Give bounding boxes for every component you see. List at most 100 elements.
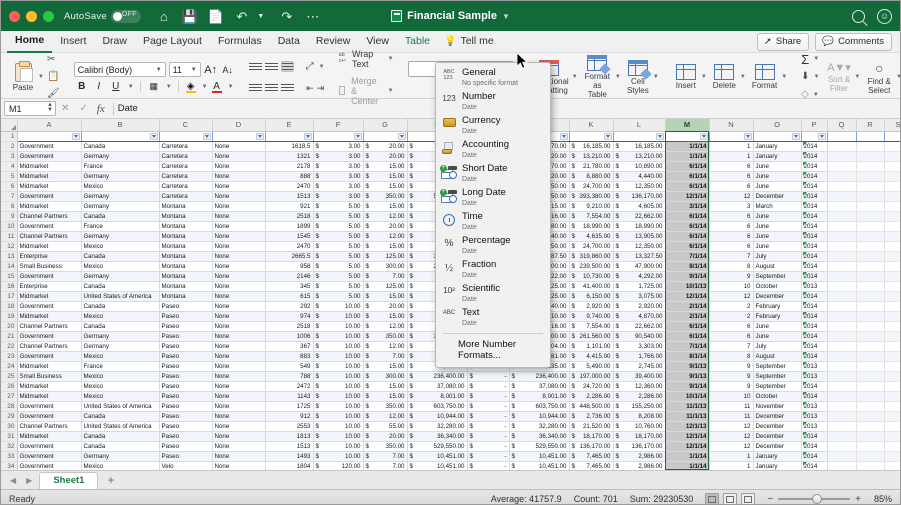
col-header-P[interactable]: P	[801, 119, 828, 132]
data-cell[interactable]: Enterprise	[17, 281, 82, 292]
data-cell[interactable]: 6/1/14	[665, 241, 710, 252]
data-cell[interactable]: $5.00	[313, 251, 364, 262]
empty-cell[interactable]	[884, 251, 900, 262]
data-cell[interactable]: 10	[709, 391, 754, 402]
data-cell[interactable]: $350.00	[363, 331, 408, 342]
data-cell[interactable]: 12	[709, 431, 754, 442]
empty-cell[interactable]	[856, 241, 885, 252]
data-cell[interactable]: $120.00	[313, 461, 364, 470]
filter-dropdown-icon[interactable]	[149, 132, 158, 140]
font-color-icon[interactable]: A	[211, 81, 223, 93]
tab-home[interactable]: Home	[7, 30, 53, 53]
data-cell[interactable]: 7	[709, 251, 754, 262]
data-cell[interactable]: $12,350.00	[613, 181, 666, 192]
data-cell[interactable]: 10/1/13	[665, 281, 710, 292]
data-cell[interactable]: $300.00	[363, 261, 408, 272]
empty-cell[interactable]	[856, 201, 885, 212]
data-cell[interactable]: Government	[17, 141, 82, 152]
empty-cell[interactable]	[827, 251, 857, 262]
data-cell[interactable]: Canada	[81, 141, 160, 152]
data-cell[interactable]: 8/1/14	[665, 351, 710, 362]
data-cell[interactable]: $393,380.00	[569, 191, 614, 202]
data-cell[interactable]: 3	[709, 201, 754, 212]
data-cell[interactable]: $39,400.00	[613, 371, 666, 382]
data-cell[interactable]: United States of America	[81, 401, 160, 412]
data-cell[interactable]: $236,400.00	[407, 371, 468, 382]
format-as-table-chevron-down-icon[interactable]: ▼	[615, 74, 621, 80]
data-cell[interactable]: 2014	[801, 431, 828, 442]
col-header-L[interactable]: L	[613, 119, 666, 132]
data-cell[interactable]: 2014	[801, 171, 828, 182]
increase-indent-icon[interactable]: ⇥	[317, 80, 325, 96]
data-cell[interactable]: 2014	[801, 221, 828, 232]
data-cell[interactable]: 9	[709, 381, 754, 392]
header-cell[interactable]: Units Sold	[265, 131, 314, 142]
borders-icon[interactable]: ▦	[147, 81, 161, 92]
data-cell[interactable]: $13,210.00	[569, 151, 614, 162]
data-cell[interactable]: $10.00	[313, 341, 364, 352]
data-cell[interactable]: 2014	[801, 181, 828, 192]
data-cell[interactable]: 1513	[265, 441, 314, 452]
empty-cell[interactable]	[884, 441, 900, 452]
data-cell[interactable]: Montana	[159, 271, 213, 282]
data-cell[interactable]: Midmarket	[17, 291, 82, 302]
data-cell[interactable]: $8,880.00	[569, 171, 614, 182]
data-cell[interactable]: Mexico	[81, 461, 160, 470]
col-header-F[interactable]: F	[313, 119, 364, 132]
data-cell[interactable]: $3,075.00	[613, 291, 666, 302]
row-header[interactable]: 34	[1, 461, 18, 470]
data-cell[interactable]: 367	[265, 341, 314, 352]
wrap-text-button[interactable]: ab c↩ Wrap Text ▼	[339, 49, 394, 69]
insert-function-icon[interactable]: fx	[97, 103, 105, 115]
data-cell[interactable]: 7/1/14	[665, 251, 710, 262]
data-cell[interactable]: $3.00	[313, 161, 364, 172]
data-cell[interactable]: $4,440.00	[613, 171, 666, 182]
data-cell[interactable]: $7.00	[363, 271, 408, 282]
data-cell[interactable]: $125.00	[363, 281, 408, 292]
empty-cell[interactable]	[884, 211, 900, 222]
data-cell[interactable]: 1813	[265, 431, 314, 442]
fill-icon[interactable]: ⬇	[801, 69, 809, 85]
data-cell[interactable]: 2472	[265, 381, 314, 392]
data-cell[interactable]: June	[753, 231, 802, 242]
data-cell[interactable]: 7/1/14	[665, 341, 710, 352]
data-cell[interactable]: Government	[17, 191, 82, 202]
data-cell[interactable]: 2470	[265, 181, 314, 192]
col-header-O[interactable]: O	[753, 119, 802, 132]
row-header[interactable]: 4	[1, 161, 18, 172]
empty-cell[interactable]	[884, 221, 900, 232]
row-header[interactable]: 16	[1, 281, 18, 292]
row-header[interactable]: 29	[1, 411, 18, 422]
empty-cell[interactable]	[856, 401, 885, 412]
insert-chevron-down-icon[interactable]: ▼	[701, 74, 707, 80]
data-cell[interactable]: 2014	[801, 351, 828, 362]
empty-cell[interactable]	[884, 381, 900, 392]
data-cell[interactable]: $-	[467, 411, 510, 422]
row-header[interactable]: 17	[1, 291, 18, 302]
table-row[interactable]: 28 Government United States of America Pase…	[1, 401, 900, 412]
data-cell[interactable]: Mexico	[81, 241, 160, 252]
data-cell[interactable]: June	[753, 331, 802, 342]
data-cell[interactable]: Velo	[159, 461, 213, 470]
cell-styles-button[interactable]: Cell Styles	[625, 59, 652, 95]
tab-formulas[interactable]: Formulas	[210, 31, 270, 52]
data-cell[interactable]: $20.00	[363, 301, 408, 312]
data-cell[interactable]: $10.00	[313, 361, 364, 372]
data-cell[interactable]: 1	[709, 141, 754, 152]
data-cell[interactable]: $12.00	[363, 231, 408, 242]
data-cell[interactable]: $10.00	[313, 331, 364, 342]
empty-cell[interactable]	[856, 211, 885, 222]
data-cell[interactable]: 6	[709, 171, 754, 182]
format-cells-button[interactable]: Format	[750, 64, 779, 90]
data-cell[interactable]: Midmarket	[17, 201, 82, 212]
data-cell[interactable]: Midmarket	[17, 381, 82, 392]
data-cell[interactable]: $10.00	[313, 421, 364, 432]
data-cell[interactable]: December	[753, 411, 802, 422]
comments-button[interactable]: 💬 Comments	[815, 32, 892, 51]
empty-cell[interactable]	[856, 431, 885, 442]
data-cell[interactable]: September	[753, 271, 802, 282]
empty-cell[interactable]	[856, 191, 885, 202]
data-cell[interactable]: $10.00	[313, 371, 364, 382]
data-cell[interactable]: 7	[709, 341, 754, 352]
data-cell[interactable]: Montana	[159, 221, 213, 232]
